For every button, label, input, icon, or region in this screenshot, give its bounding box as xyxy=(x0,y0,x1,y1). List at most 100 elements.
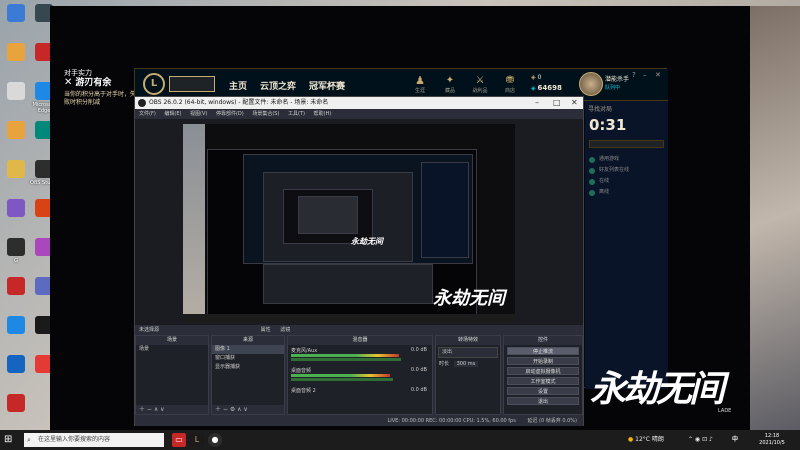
social-toolbar[interactable] xyxy=(589,140,664,148)
avatar[interactable] xyxy=(579,72,603,96)
friend-item[interactable]: 在线 xyxy=(589,178,664,185)
desktop-icon[interactable] xyxy=(2,199,30,219)
desktop-icon[interactable] xyxy=(2,82,30,102)
source-item[interactable]: 图像 1 xyxy=(212,345,284,354)
scene-item[interactable]: 场景 xyxy=(136,345,208,354)
league-logo-icon[interactable]: L xyxy=(143,73,165,95)
sources-dock: 来源 图像 1 窗口捕获 显示器捕获 ＋ − ⚙ ∧ ∨ xyxy=(211,335,285,415)
properties-button[interactable]: 属性 xyxy=(261,327,271,333)
desktop-icon[interactable] xyxy=(2,121,30,141)
search-placeholder: 在这里输入你要搜索的内容 xyxy=(38,436,111,443)
source-controls[interactable]: ＋ − ⚙ ∧ ∨ xyxy=(212,405,284,414)
queue-timer: 0:31 xyxy=(589,116,627,134)
stop-streaming-button[interactable]: 停止推流 xyxy=(507,347,579,355)
source-item[interactable]: 窗口捕获 xyxy=(212,354,284,363)
windows-start-icon[interactable]: ⊞ xyxy=(4,434,16,446)
menu-help[interactable]: 帮助(H) xyxy=(314,111,332,117)
app-icon xyxy=(7,121,25,139)
mixer-track[interactable]: 桌面音频 0.0 dB xyxy=(291,367,429,385)
desktop-icon[interactable] xyxy=(2,160,30,180)
friend-item[interactable]: 离线 xyxy=(589,189,664,196)
virtual-camera-button[interactable]: 启动虚拟摄像机 xyxy=(507,367,579,375)
menu-edit[interactable]: 编辑(E) xyxy=(164,111,181,117)
watermark-logo-small: 永劫无间 xyxy=(433,288,505,309)
weather-widget[interactable]: ● 12°C 晴朗 xyxy=(628,430,664,450)
obs-window: OBS 26.0.2 (64-bit, windows) - 配置文件: 未命名… xyxy=(134,96,584,426)
menu-docks[interactable]: 停靠部件(D) xyxy=(216,111,244,117)
source-item[interactable]: 显示器捕获 xyxy=(212,363,284,372)
friend-item[interactable]: 好友列表在线 xyxy=(589,167,664,174)
menu-scene-collection[interactable]: 场景集合(S) xyxy=(252,111,279,117)
start-recording-button[interactable]: 开始录制 xyxy=(507,357,579,365)
desktop-icon[interactable] xyxy=(2,4,30,24)
transitions-title: 转场特效 xyxy=(436,336,500,345)
obs-logo-icon xyxy=(138,99,146,107)
desktop-icon[interactable] xyxy=(2,277,30,297)
tray-icons[interactable]: ⌃ ◉ ⊡ ♪ xyxy=(688,430,713,450)
mixer-track[interactable]: 麦克风/Aux 0.0 dB xyxy=(291,347,429,365)
duration-row: 时长 300 ms xyxy=(436,360,500,369)
collection-icon[interactable]: ✦ 藏品 xyxy=(437,75,463,94)
app-icon xyxy=(7,82,25,100)
filters-button[interactable]: 滤镜 xyxy=(280,327,290,333)
notice-title: 对手实力 xyxy=(64,69,92,77)
obs-menu-bar: 文件(F) 编辑(E) 视图(V) 停靠部件(D) 场景集合(S) 工具(T) … xyxy=(135,109,583,119)
exit-button[interactable]: 退出 xyxy=(507,397,579,405)
friend-item[interactable]: 通用游戏 xyxy=(589,156,664,163)
desktop-icon-label: G xyxy=(14,258,18,264)
clock[interactable]: 12:18 2021/10/5 xyxy=(752,433,792,447)
play-button[interactable] xyxy=(169,76,215,92)
obs-title-bar: OBS 26.0.2 (64-bit, windows) - 配置文件: 未命名… xyxy=(135,97,583,109)
league-taskbar-icon[interactable]: L xyxy=(190,433,204,447)
friends-list: 通用游戏 好友列表在线 在线 离线 xyxy=(585,148,668,204)
lobby-label: 寻找对局 xyxy=(588,106,613,113)
close-icon[interactable]: ✕ xyxy=(64,77,72,88)
menu-tools[interactable]: 工具(T) xyxy=(288,111,305,117)
transition-select[interactable]: 淡出 xyxy=(438,347,498,358)
desktop-icon[interactable] xyxy=(2,43,30,63)
taskbar-app-icon[interactable]: ▭ xyxy=(172,433,186,447)
taskbar: ⊞ ⌕ 在这里输入你要搜索的内容 ▭ L ● ● 12°C 晴朗 ⌃ ◉ ⊡ ♪… xyxy=(0,430,800,450)
profile-icon[interactable]: ♟ 生涯 xyxy=(407,75,433,95)
studio-mode-button[interactable]: 工作室模式 xyxy=(507,377,579,385)
mixer-dock: 混音器 麦克风/Aux 0.0 dB 桌面音频 0.0 dB 桌面音频 2 0.0 d… xyxy=(287,335,433,415)
scene-controls[interactable]: ＋ − ∧ ∨ xyxy=(136,405,208,414)
app-icon xyxy=(7,355,25,373)
duration-input[interactable]: 300 ms xyxy=(453,361,479,367)
desktop-icon[interactable] xyxy=(2,394,30,414)
search-icon: ⌕ xyxy=(27,436,31,444)
store-icon[interactable]: ⛃ 商店 xyxy=(497,75,523,94)
desktop-icon[interactable] xyxy=(2,355,30,375)
nav-tft[interactable]: 云顶之弈 xyxy=(260,79,296,92)
nav-clash[interactable]: 冠军杯赛 xyxy=(309,79,345,92)
player-name: 潜能杀手 xyxy=(605,76,630,83)
app-icon xyxy=(7,394,25,412)
menu-view[interactable]: 视图(V) xyxy=(190,111,207,117)
desktop-icon[interactable]: G xyxy=(2,238,30,264)
menu-file[interactable]: 文件(F) xyxy=(139,111,156,117)
desktop-icon[interactable] xyxy=(2,316,30,336)
maximize-icon[interactable]: □ xyxy=(553,97,561,109)
settings-button[interactable]: 设置 xyxy=(507,387,579,395)
close-icon[interactable]: ✕ xyxy=(655,71,661,79)
controls-dock: 控件 停止推流 开始录制 启动虚拟摄像机 工作室模式 设置 退出 xyxy=(503,335,583,415)
obs-preview[interactable]: 永劫无间 永劫无间 xyxy=(135,119,583,325)
sources-title: 来源 xyxy=(212,336,284,345)
help-icon[interactable]: ? xyxy=(632,71,636,79)
opponent-strength-notice: 对手实力 ✕ 游刃有余 当你的积分高于对手时，失败时积分削减 xyxy=(64,68,139,107)
loot-icon[interactable]: ⚔ 战利品 xyxy=(467,75,493,94)
close-icon[interactable]: ✕ xyxy=(571,97,578,109)
nav-home[interactable]: 主页 xyxy=(229,79,247,92)
app-icon xyxy=(7,199,25,217)
player-info: 潜能杀手 队列中 xyxy=(605,75,629,93)
minimize-icon[interactable]: – xyxy=(535,97,539,109)
app-icon xyxy=(7,277,25,295)
taskbar-search[interactable]: ⌕ 在这里输入你要搜索的内容 xyxy=(24,433,164,447)
mixer-track[interactable]: 桌面音频 2 0.0 dB xyxy=(291,387,429,405)
obs-taskbar-icon[interactable]: ● xyxy=(208,433,222,447)
app-icon xyxy=(7,160,25,178)
scenes-title: 场景 xyxy=(136,336,208,345)
minimize-icon[interactable]: – xyxy=(643,71,647,79)
transitions-dock: 转场特效 淡出 时长 300 ms xyxy=(435,335,501,415)
ime-indicator[interactable]: 中 xyxy=(732,430,738,450)
